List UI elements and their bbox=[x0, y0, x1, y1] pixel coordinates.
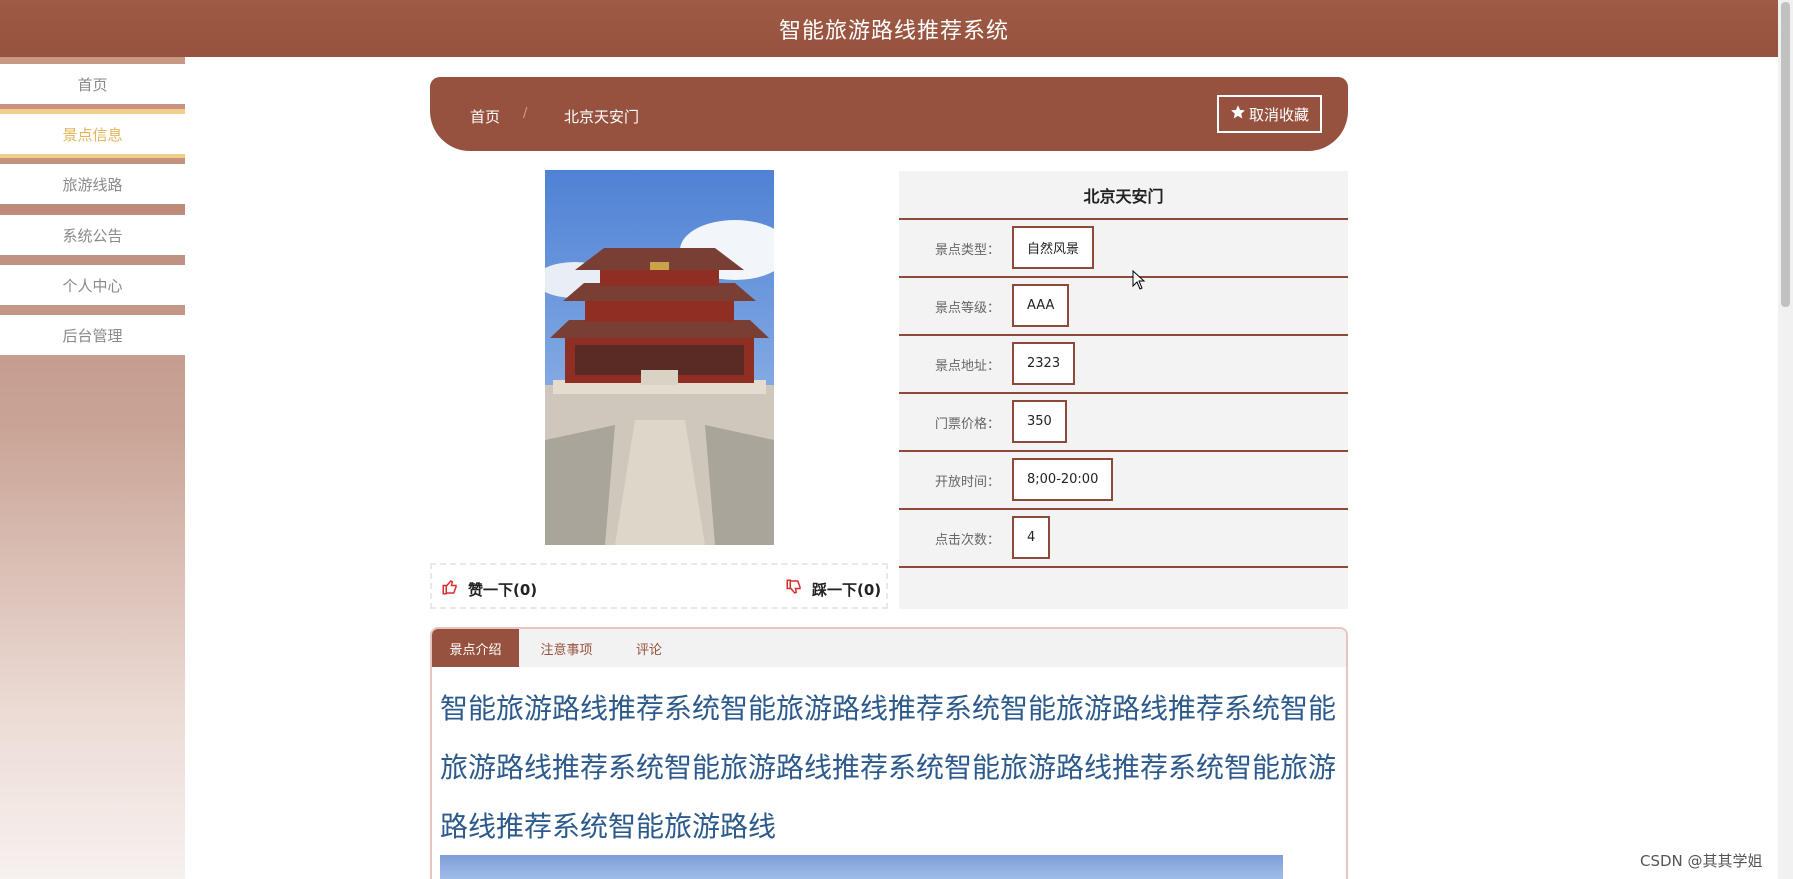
sidebar-item-routes[interactable]: 旅游线路 bbox=[0, 164, 185, 204]
field-value: AAA bbox=[1012, 284, 1070, 327]
scrollbar-thumb[interactable] bbox=[1781, 2, 1790, 307]
field-label: 门票价格： bbox=[935, 417, 1001, 432]
info-row-clicks: 点击次数： 4 bbox=[899, 510, 1348, 568]
sidebar-item-admin[interactable]: 后台管理 bbox=[0, 315, 185, 355]
tab-comments[interactable]: 评论 bbox=[614, 629, 684, 667]
thumbs-up-icon bbox=[441, 578, 459, 600]
info-row-address: 景点地址： 2323 bbox=[899, 336, 1348, 394]
field-label: 景点类型： bbox=[935, 243, 1001, 258]
mouse-cursor-icon bbox=[1132, 269, 1146, 294]
unfavorite-button[interactable]: 取消收藏 bbox=[1217, 95, 1322, 133]
dislike-label: 踩一下(0) bbox=[812, 580, 882, 599]
sidebar-item-label: 个人中心 bbox=[62, 276, 123, 295]
field-label: 开放时间： bbox=[935, 475, 1001, 490]
sidebar-item-label: 后台管理 bbox=[62, 326, 123, 345]
field-value: 2323 bbox=[1012, 342, 1076, 385]
dislike-button[interactable]: 踩一下(0) bbox=[785, 578, 881, 600]
menu-divider bbox=[0, 305, 185, 315]
sidebar-item-label: 旅游线路 bbox=[62, 175, 123, 194]
menu-divider bbox=[0, 255, 185, 265]
page-scrollbar[interactable] bbox=[1778, 0, 1793, 879]
spot-info-panel: 北京天安门 景点类型： 自然风景 景点等级： AAA 景点地址： 2323 门票… bbox=[899, 171, 1348, 609]
sidebar: 首页 景点信息 旅游线路 系统公告 个人中心 后台管理 bbox=[0, 57, 185, 879]
intro-image bbox=[440, 855, 1283, 879]
sidebar-item-label: 系统公告 bbox=[62, 226, 123, 245]
top-header: 智能旅游路线推荐系统 bbox=[0, 0, 1778, 57]
watermark: CSDN @其其学姐 bbox=[1640, 852, 1763, 870]
unfavorite-label: 取消收藏 bbox=[1248, 105, 1309, 124]
vote-bar: 赞一下(0) 踩一下(0) bbox=[430, 563, 888, 609]
menu-divider bbox=[0, 204, 185, 214]
field-value: 4 bbox=[1012, 516, 1051, 559]
app-title: 智能旅游路线推荐系统 bbox=[778, 18, 1009, 44]
info-row-price: 门票价格： 350 bbox=[899, 394, 1348, 452]
info-row-type: 景点类型： 自然风景 bbox=[899, 220, 1348, 278]
field-label: 点击次数： bbox=[935, 533, 1001, 548]
detail-tabs-panel: 景点介绍 注意事项 评论 智能旅游路线推荐系统智能旅游路线推荐系统智能旅游路线推… bbox=[430, 627, 1348, 879]
sidebar-item-spots[interactable]: 景点信息 bbox=[0, 114, 185, 154]
field-value: 自然风景 bbox=[1012, 226, 1095, 269]
sidebar-item-label: 景点信息 bbox=[62, 125, 123, 144]
field-label: 景点等级： bbox=[935, 301, 1001, 316]
menu-divider bbox=[0, 104, 185, 114]
like-button[interactable]: 赞一下(0) bbox=[441, 578, 537, 600]
spot-photo bbox=[545, 170, 774, 545]
thumbs-down-icon bbox=[785, 578, 803, 600]
tab-notes[interactable]: 注意事项 bbox=[519, 629, 614, 667]
breadcrumb-home-link[interactable]: 首页 bbox=[470, 106, 500, 127]
info-row-level: 景点等级： AAA bbox=[899, 278, 1348, 336]
sidebar-item-home[interactable]: 首页 bbox=[0, 64, 185, 104]
breadcrumb-current: 北京天安门 bbox=[564, 108, 640, 126]
tab-introduction[interactable]: 景点介绍 bbox=[432, 629, 519, 667]
star-icon bbox=[1230, 104, 1246, 124]
sidebar-item-notices[interactable]: 系统公告 bbox=[0, 215, 185, 255]
field-value: 8;00-20:00 bbox=[1012, 458, 1114, 501]
sidebar-item-profile[interactable]: 个人中心 bbox=[0, 265, 185, 305]
info-row-hours: 开放时间： 8;00-20:00 bbox=[899, 452, 1348, 510]
field-value: 350 bbox=[1012, 400, 1067, 443]
breadcrumb-bar: 首页 / 北京天安门 取消收藏 bbox=[430, 77, 1348, 151]
spot-name: 北京天安门 bbox=[899, 171, 1348, 220]
breadcrumb-separator: / bbox=[523, 106, 528, 121]
like-label: 赞一下(0) bbox=[468, 580, 538, 599]
field-label: 景点地址： bbox=[935, 359, 1001, 374]
sidebar-item-label: 首页 bbox=[77, 75, 108, 94]
intro-text: 智能旅游路线推荐系统智能旅游路线推荐系统智能旅游路线推荐系统智能旅游路线推荐系统… bbox=[440, 692, 1337, 843]
tab-bar: 景点介绍 注意事项 评论 bbox=[432, 629, 1346, 667]
menu-divider bbox=[0, 154, 185, 164]
